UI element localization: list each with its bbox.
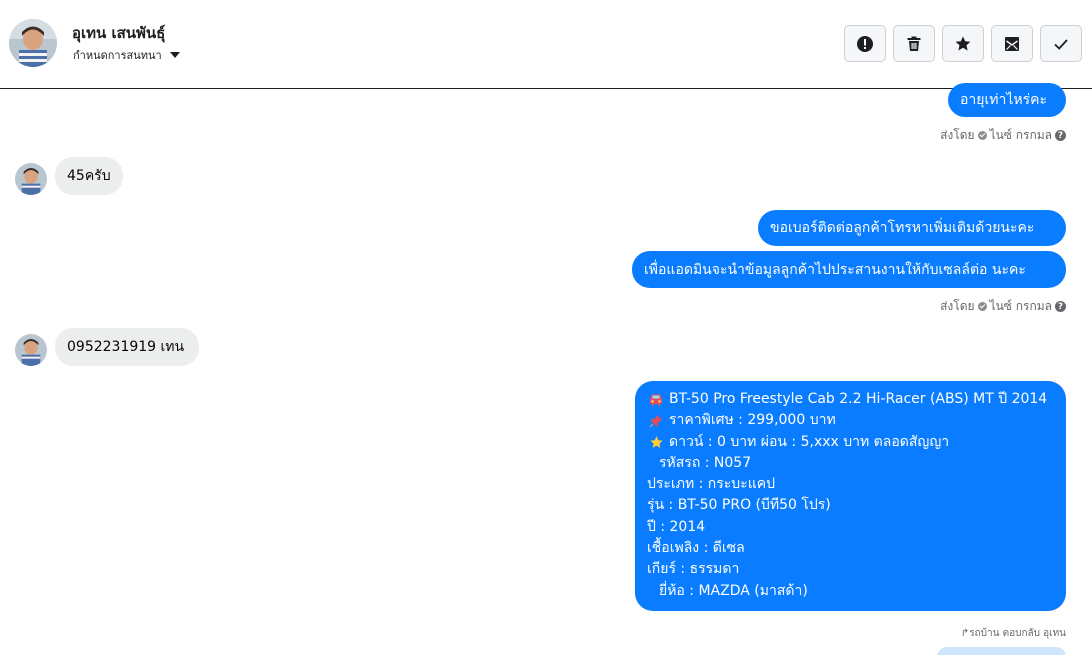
- reply-preview-bubble[interactable]: [937, 647, 1066, 655]
- star-icon: [955, 36, 971, 50]
- car-gear-line: เกียร์ : ธรรมดา: [647, 561, 740, 578]
- sender-name: ไนซ์ กรกมล: [989, 299, 1052, 313]
- car-model-line: รุ่น : BT-50 PRO (บีที50 โปร): [647, 497, 831, 514]
- unread-mail-icon: [1005, 36, 1019, 51]
- caret-down-icon: [169, 52, 180, 58]
- sent-by-label: ส่งโดย: [940, 299, 975, 313]
- reply-note: ↱รถบ้าน ตอบกลับ อุเทน: [960, 628, 1066, 639]
- contact-avatar[interactable]: [9, 19, 57, 67]
- message-text: 0952231919 เทน: [67, 339, 185, 355]
- car-brand-line: ยี่ห้อ : MAZDA (มาสด้า): [659, 582, 808, 599]
- outgoing-message[interactable]: อายุเท่าไหร่คะ: [948, 83, 1066, 117]
- car-code-line: รหัสรถ : N057: [659, 454, 752, 471]
- mark-spam-button[interactable]: [844, 25, 886, 62]
- conversation-header: อุเทน เสนพันธุ์ กำหนดการสนทนา: [0, 0, 1092, 89]
- conversation-label-dropdown[interactable]: กำหนดการสนทนา: [73, 46, 180, 64]
- pushpin-icon: [647, 414, 665, 428]
- price-line: ราคาพิเศษ : 299,000 บาท: [647, 410, 1054, 431]
- outgoing-message[interactable]: ขอเบอร์ติดต่อลูกค้าโทรหาเพิ่มเติมด้วยนะค…: [758, 210, 1066, 246]
- message-text: เพื่อแอดมินจะนำข้อมูลลูกค้าไปประสานงานให…: [644, 261, 1026, 278]
- conversation-actions: [844, 25, 1082, 62]
- car-icon: [647, 393, 665, 406]
- star-button[interactable]: [942, 25, 984, 62]
- contact-avatar-small[interactable]: [15, 334, 47, 366]
- help-icon[interactable]: ?: [1055, 301, 1066, 312]
- sent-by-info: ส่งโดย ไนซ์ กรกมล ?: [940, 126, 1066, 145]
- sent-by-info: ส่งโดย ไนซ์ กรกมล ?: [940, 297, 1066, 316]
- outgoing-message[interactable]: เพื่อแอดมินจะนำข้อมูลลูกค้าไปประสานงานให…: [632, 251, 1066, 288]
- conversation-label-text: กำหนดการสนทนา: [73, 49, 162, 62]
- contact-name: อุเทน เสนพันธุ์: [72, 24, 166, 42]
- check-icon: [1054, 38, 1068, 50]
- car-title-line: BT-50 Pro Freestyle Cab 2.2 Hi-Racer (AB…: [647, 389, 1054, 410]
- trash-icon: [907, 36, 921, 51]
- message-text: 45ครับ: [67, 168, 111, 184]
- sender-name: ไนซ์ กรกมล: [989, 128, 1052, 142]
- car-year-line: ปี : 2014: [647, 518, 706, 535]
- help-icon[interactable]: ?: [1055, 130, 1066, 141]
- message-text: ขอเบอร์ติดต่อลูกค้าโทรหาเพิ่มเติมด้วยนะค…: [770, 220, 1035, 236]
- message-text: อายุเท่าไหร่คะ: [960, 92, 1048, 108]
- car-type-line: ประเภท : กระบะแคป: [647, 476, 775, 493]
- car-listing-message[interactable]: BT-50 Pro Freestyle Cab 2.2 Hi-Racer (AB…: [635, 381, 1066, 611]
- down-payment-line: ดาวน์ : 0 บาท ผ่อน : 5,xxx บาท ตลอดสัญญา: [647, 432, 1054, 453]
- mark-unread-button[interactable]: [991, 25, 1033, 62]
- car-fuel-line: เชื้อเพลิง : ดีเซล: [647, 540, 745, 557]
- verified-icon: [977, 131, 987, 140]
- star-emoji-icon: [647, 435, 665, 450]
- incoming-message[interactable]: 45ครับ: [55, 157, 123, 195]
- contact-avatar-small[interactable]: [15, 163, 47, 195]
- sent-by-label: ส่งโดย: [940, 128, 975, 142]
- alert-icon: [857, 35, 873, 52]
- reply-arrow-icon: ↱: [960, 628, 970, 639]
- incoming-message[interactable]: 0952231919 เทน: [55, 328, 199, 366]
- mark-done-button[interactable]: [1040, 25, 1082, 62]
- delete-button[interactable]: [893, 25, 935, 62]
- verified-icon: [977, 302, 987, 311]
